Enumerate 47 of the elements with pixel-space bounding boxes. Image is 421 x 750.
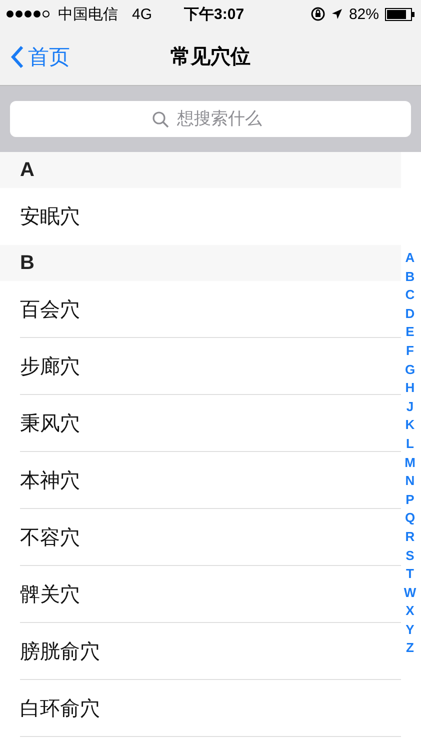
index-letter[interactable]: Y — [406, 620, 414, 640]
battery-icon — [385, 8, 415, 20]
index-letter[interactable]: T — [406, 565, 414, 584]
list-item[interactable]: 秉风穴 — [20, 395, 401, 452]
index-letter[interactable]: R — [405, 528, 415, 546]
index-letter[interactable]: D — [405, 304, 415, 324]
time-label: 下午3:07 — [184, 4, 244, 24]
index-letter[interactable]: A — [405, 249, 415, 268]
chevron-left-icon — [10, 44, 24, 68]
section-header: B — [0, 245, 401, 281]
rotation-lock-icon — [310, 7, 325, 21]
list-item[interactable]: 膀胱俞穴 — [20, 623, 401, 680]
index-letter[interactable]: C — [405, 286, 415, 305]
battery-percent: 82% — [348, 6, 379, 22]
index-letter[interactable]: Z — [406, 639, 414, 658]
list-item[interactable]: 步廊穴 — [20, 338, 401, 395]
index-letter[interactable]: X — [406, 602, 414, 621]
list-item[interactable]: 本神穴 — [20, 452, 401, 509]
search-icon — [152, 110, 169, 128]
index-letter[interactable]: S — [406, 546, 414, 566]
index-letter[interactable]: P — [406, 490, 414, 510]
index-letter[interactable]: J — [406, 398, 414, 416]
list-item[interactable]: 髀关穴 — [20, 566, 401, 623]
signal-icon — [6, 10, 52, 18]
page-title: 常见穴位 — [170, 44, 250, 70]
search-field[interactable]: 想搜索什么 — [10, 101, 411, 137]
list-item[interactable]: 安眠穴 — [20, 188, 401, 245]
search-input[interactable]: 想搜索什么 — [175, 108, 269, 130]
index-letter[interactable]: N — [405, 472, 415, 491]
index-letter[interactable]: Q — [404, 509, 416, 528]
index-letter[interactable]: G — [404, 360, 416, 380]
index-letter[interactable]: K — [405, 416, 415, 435]
list-item[interactable]: 不容穴 — [20, 509, 401, 566]
index-letter[interactable]: M — [404, 454, 416, 472]
network-label: 4G — [132, 6, 152, 22]
index-letter[interactable]: L — [406, 434, 414, 454]
back-button[interactable]: 首页 — [0, 42, 70, 70]
index-letter[interactable]: W — [404, 584, 416, 602]
section-header: A — [0, 152, 401, 188]
index-letter[interactable]: B — [405, 268, 415, 286]
location-arrow-icon — [330, 8, 343, 20]
list-item[interactable]: 百会穴 — [20, 281, 401, 338]
index-letter[interactable]: F — [406, 342, 414, 361]
index-letter[interactable]: H — [405, 379, 415, 398]
list-item[interactable]: 白环俞穴 — [20, 680, 401, 737]
carrier-label: 中国电信 — [58, 4, 118, 24]
index-letter[interactable]: E — [406, 323, 414, 342]
